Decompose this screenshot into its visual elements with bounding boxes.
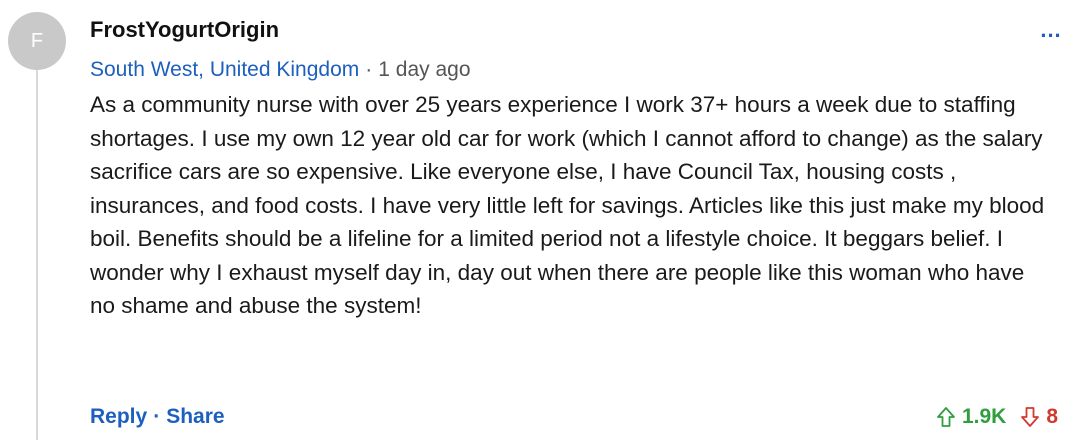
meta-separator: · bbox=[365, 58, 373, 81]
arrow-down-icon bbox=[1020, 406, 1040, 428]
avatar[interactable]: F bbox=[8, 12, 66, 70]
thread-line bbox=[36, 62, 38, 440]
username[interactable]: FrostYogurtOrigin bbox=[90, 14, 1050, 46]
comment: FrostYogurtOrigin South West, United Kin… bbox=[90, 14, 1050, 323]
vote-controls: 1.9K 8 bbox=[936, 402, 1058, 432]
action-separator: · bbox=[153, 405, 161, 428]
comment-meta: South West, United Kingdom · 1 day ago bbox=[90, 56, 1050, 84]
upvote-count: 1.9K bbox=[961, 405, 1007, 428]
downvote-count: 8 bbox=[1046, 405, 1058, 428]
downvote-button[interactable]: 8 bbox=[1020, 402, 1058, 432]
user-location[interactable]: South West, United Kingdom bbox=[90, 58, 359, 81]
share-button[interactable]: Share bbox=[166, 405, 224, 428]
avatar-initial: F bbox=[30, 29, 44, 52]
upvote-button[interactable]: 1.9K bbox=[936, 402, 1020, 432]
reply-button[interactable]: Reply bbox=[90, 405, 147, 428]
comment-body: As a community nurse with over 25 years … bbox=[90, 92, 1045, 318]
timestamp: 1 day ago bbox=[378, 58, 471, 81]
arrow-up-icon bbox=[936, 406, 956, 428]
comment-actions: Reply · Share bbox=[90, 402, 225, 432]
